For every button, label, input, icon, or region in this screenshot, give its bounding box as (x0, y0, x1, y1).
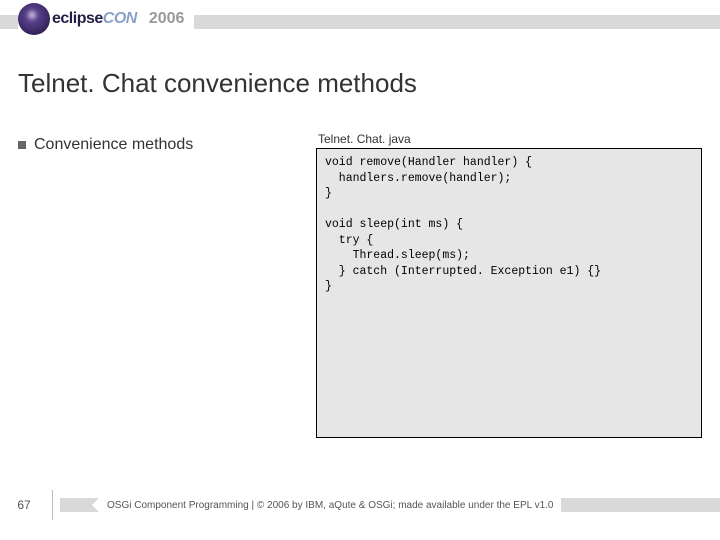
bullet-text: Convenience methods (34, 136, 193, 154)
logo: eclipseCON 2006 (18, 3, 194, 35)
slide-number: 67 (0, 498, 48, 512)
footer-text: OSGi Component Programming | © 2006 by I… (105, 492, 561, 518)
footer-separator (52, 490, 53, 520)
bullet-item: Convenience methods (18, 136, 308, 154)
code-caption: Telnet. Chat. java (318, 132, 702, 146)
slide-title: Telnet. Chat convenience methods (18, 68, 417, 99)
bullet-square-icon (18, 141, 26, 149)
footer: 67 OSGi Component Programming | © 2006 b… (0, 492, 720, 518)
logo-text-con: CON (103, 10, 137, 27)
footer-tab: OSGi Component Programming | © 2006 by I… (92, 492, 561, 518)
logo-year: 2006 (145, 10, 189, 28)
left-column: Convenience methods (18, 132, 308, 438)
header: eclipseCON 2006 (0, 0, 720, 52)
tab-chevron-icon (92, 492, 105, 518)
logo-text-eclipse: eclipse (52, 10, 103, 27)
right-column: Telnet. Chat. java void remove(Handler h… (316, 132, 702, 438)
content-area: Convenience methods Telnet. Chat. java v… (18, 132, 702, 438)
code-box: void remove(Handler handler) { handlers.… (316, 148, 702, 438)
eclipse-orb-icon (18, 3, 50, 35)
